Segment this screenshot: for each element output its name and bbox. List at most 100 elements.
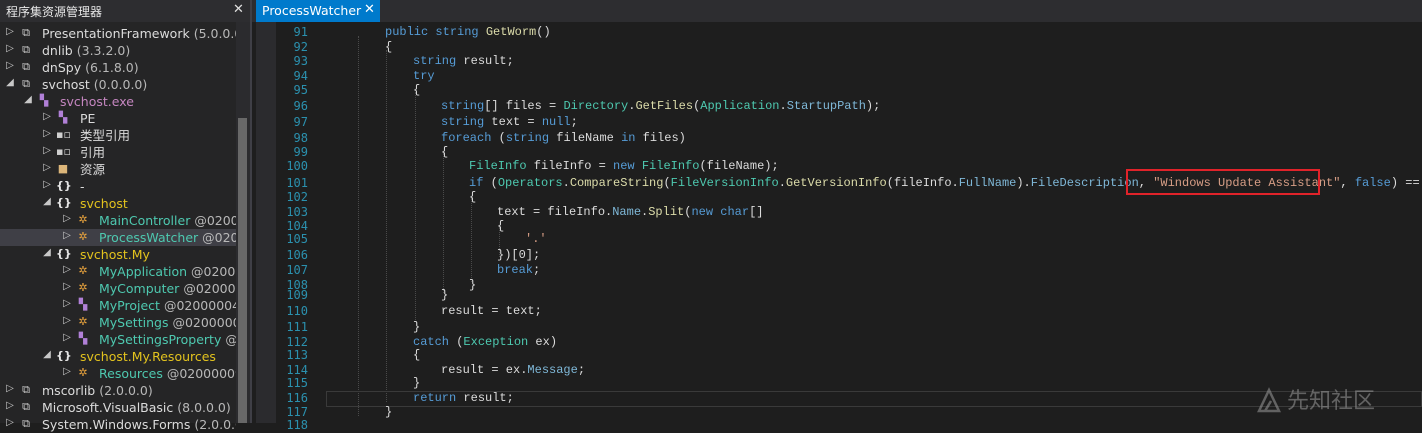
chevron-right-icon[interactable]: ▷ — [42, 145, 52, 156]
tree-item-svchost-assembly[interactable]: ◢ ⧉ svchost (0.0.0.0) — [0, 76, 236, 93]
tree-item-token: @02000 — [191, 264, 236, 279]
class-icon: ✲ — [78, 315, 88, 328]
code-line-116[interactable]: return result; — [413, 390, 514, 406]
code-line-93[interactable]: string result; — [413, 53, 514, 69]
tree-item-empty-namespace[interactable]: ▷ {} - — [0, 178, 236, 195]
chevron-right-icon[interactable]: ▷ — [62, 264, 72, 275]
tree-item-namespace-svchost-my[interactable]: ◢ {} svchost.My — [0, 246, 236, 263]
class-icon: ✲ — [78, 281, 88, 294]
chevron-right-icon[interactable]: ▷ — [42, 128, 52, 139]
line-number: 102 — [286, 190, 308, 204]
code-line-104[interactable]: { — [497, 218, 504, 234]
code-line-98[interactable]: foreach (string fileName in files) — [441, 130, 686, 146]
chevron-right-icon[interactable]: ▷ — [5, 60, 15, 71]
tree-item-pe[interactable]: ▷ ▚ PE — [0, 110, 236, 127]
code-line-91[interactable]: public string GetWorm() — [385, 24, 551, 40]
code-line-97[interactable]: string text = null; — [441, 114, 578, 130]
code-line-102[interactable]: { — [469, 189, 476, 205]
code-line-95[interactable]: { — [413, 82, 420, 98]
code-line-103[interactable]: text = fileInfo.Name.Split(new char[] — [497, 204, 763, 220]
tree-item-myproject[interactable]: ▷ ▚ MyProject @02000004 — [0, 297, 236, 314]
line-number: 109 — [286, 288, 308, 302]
tree-item-version: (5.0.0.0) — [193, 26, 236, 41]
pe-icon: ▚ — [58, 111, 68, 124]
chevron-right-icon[interactable]: ▷ — [62, 315, 72, 326]
code-line-108[interactable]: } — [469, 277, 476, 293]
close-icon[interactable]: ✕ — [233, 2, 244, 17]
chevron-right-icon[interactable]: ▷ — [62, 332, 72, 343]
code-line-110[interactable]: result = text; — [441, 303, 542, 319]
code-line-96[interactable]: string[] files = Directory.GetFiles(Appl… — [441, 98, 880, 114]
namespace-icon: {} — [56, 247, 72, 260]
code-line-105[interactable]: '.' — [525, 231, 547, 247]
tree-item-namespace-svchost[interactable]: ◢ {} svchost — [0, 195, 236, 212]
tree-item-dnspy[interactable]: ▷ ⧉ dnSpy (6.1.8.0) — [0, 59, 236, 76]
chevron-right-icon[interactable]: ▷ — [62, 281, 72, 292]
tree-item-token: @02000009 — [166, 366, 236, 381]
tree-item-maincontroller[interactable]: ▷ ✲ MainController @02000 — [0, 212, 236, 229]
tree-item-mysettings[interactable]: ▷ ✲ MySettings @0200000A — [0, 314, 236, 331]
tree-item-label: PE — [80, 111, 96, 126]
assembly-explorer-title: 程序集资源管理器 — [6, 5, 103, 19]
explorer-scrollbar-thumb[interactable] — [238, 118, 247, 423]
tree-item-mycomputer[interactable]: ▷ ✲ MyComputer @0200006 — [0, 280, 236, 297]
code-line-114[interactable]: result = ex.Message; — [441, 362, 585, 378]
tree-item-token: @0 — [225, 332, 236, 347]
tree-item-microsoft-visualbasic[interactable]: ▷ ⧉ Microsoft.VisualBasic (8.0.0.0) — [0, 399, 236, 416]
chevron-right-icon[interactable]: ▷ — [42, 111, 52, 122]
chevron-down-icon[interactable]: ◢ — [23, 94, 33, 105]
tree-item-system-windows-forms[interactable]: ▷ ⧉ System.Windows.Forms (2.0.0.0) — [0, 416, 236, 433]
chevron-down-icon[interactable]: ◢ — [42, 196, 52, 207]
assembly-icon: ⧉ — [22, 77, 30, 90]
tree-item-label: MainController — [99, 213, 191, 228]
tree-item-namespace-svchost-my-resources[interactable]: ◢ {} svchost.My.Resources — [0, 348, 236, 365]
tree-item-label: MyApplication — [99, 264, 188, 279]
tree-item-svchost-exe[interactable]: ◢ ▚ svchost.exe — [0, 93, 236, 110]
tree-item-label: Resources — [99, 366, 163, 381]
chevron-right-icon[interactable]: ▷ — [62, 230, 72, 241]
code-line-109[interactable]: } — [441, 287, 448, 303]
chevron-right-icon[interactable]: ▷ — [5, 383, 15, 394]
code-line-100[interactable]: FileInfo fileInfo = new FileInfo(fileNam… — [469, 158, 779, 174]
code-line-106[interactable]: })[0]; — [497, 247, 540, 263]
indent-guide — [415, 92, 416, 320]
code-line-99[interactable]: { — [441, 144, 448, 160]
code-line-115[interactable]: } — [413, 375, 420, 391]
code-line-112[interactable]: catch (Exception ex) — [413, 334, 557, 350]
chevron-down-icon[interactable]: ◢ — [5, 77, 15, 88]
tree-item-dnlib[interactable]: ▷ ⧉ dnlib (3.3.2.0) — [0, 42, 236, 59]
tree-item-resources-class[interactable]: ▷ ✲ Resources @02000009 — [0, 365, 236, 382]
namespace-icon: {} — [56, 196, 72, 209]
tree-item-processwatcher[interactable]: ▷ ✲ ProcessWatcher @0200 — [0, 229, 236, 246]
tree-item-mysettingsproperty[interactable]: ▷ ▚ MySettingsProperty @0 — [0, 331, 236, 348]
chevron-right-icon[interactable]: ▷ — [42, 162, 52, 173]
code-line-117[interactable]: } — [385, 404, 392, 420]
code-line-111[interactable]: } — [413, 319, 420, 335]
chevron-right-icon[interactable]: ▷ — [62, 213, 72, 224]
indent-guide — [443, 153, 444, 293]
chevron-right-icon[interactable]: ▷ — [5, 400, 15, 411]
namespace-icon: {} — [56, 349, 72, 362]
tree-item-mscorlib[interactable]: ▷ ⧉ mscorlib (2.0.0.0) — [0, 382, 236, 399]
close-icon[interactable]: ✕ — [364, 2, 375, 17]
chevron-right-icon[interactable]: ▷ — [62, 366, 72, 377]
tree-item-label: - — [80, 179, 85, 194]
tree-item-references[interactable]: ▷ ▪▫ 引用 — [0, 144, 236, 161]
line-number: 107 — [286, 263, 308, 277]
chevron-right-icon[interactable]: ▷ — [5, 26, 15, 37]
tree-item-myapplication[interactable]: ▷ ✲ MyApplication @02000 — [0, 263, 236, 280]
tree-item-token: @0200000A — [172, 315, 236, 330]
chevron-down-icon[interactable]: ◢ — [42, 349, 52, 360]
chevron-right-icon[interactable]: ▷ — [62, 298, 72, 309]
line-number: 100 — [286, 159, 308, 173]
chevron-down-icon[interactable]: ◢ — [42, 247, 52, 258]
tree-item-resources[interactable]: ▷ ■ 资源 — [0, 161, 236, 178]
tree-item-type-references[interactable]: ▷ ▪▫ 类型引用 — [0, 127, 236, 144]
tab-processwatcher[interactable]: ProcessWatcher ✕ — [256, 0, 380, 22]
code-line-92[interactable]: { — [385, 39, 392, 55]
tree-item-presentationframework[interactable]: ▷ ⧉ PresentationFramework (5.0.0.0) — [0, 25, 236, 42]
code-line-107[interactable]: break; — [497, 262, 540, 278]
chevron-right-icon[interactable]: ▷ — [5, 43, 15, 54]
code-line-113[interactable]: { — [413, 347, 420, 363]
chevron-right-icon[interactable]: ▷ — [42, 179, 52, 190]
